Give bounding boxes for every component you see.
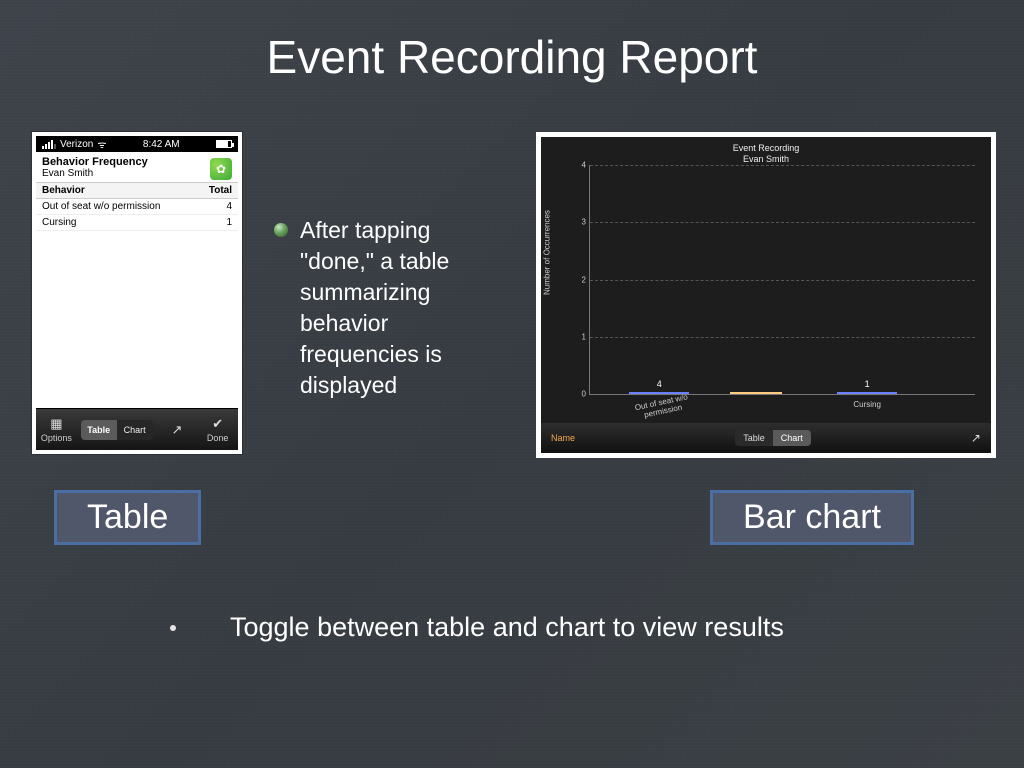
seg-table[interactable]: Table bbox=[81, 420, 117, 440]
highlight-barchart: Bar chart bbox=[710, 490, 914, 545]
col-behavior: Behavior bbox=[42, 185, 85, 196]
seg-chart[interactable]: Chart bbox=[117, 420, 153, 440]
chart-bottom-bar: Name Table Chart ↗ bbox=[541, 423, 991, 453]
header-subtitle: Evan Smith bbox=[42, 168, 148, 179]
share-icon[interactable]: ↗ bbox=[971, 431, 981, 445]
tab-options[interactable]: ▦ Options bbox=[36, 416, 77, 443]
table-row: Out of seat w/o permission 4 bbox=[36, 199, 238, 215]
signal-icon bbox=[42, 140, 56, 149]
seg-chart[interactable]: Chart bbox=[773, 430, 811, 446]
segmented-table-chart[interactable]: Table Chart bbox=[735, 430, 811, 446]
wifi-icon: ᯤ bbox=[97, 137, 106, 151]
row-label: Out of seat w/o permission bbox=[42, 201, 160, 212]
bottom-left-label: Name bbox=[551, 433, 575, 443]
table-row: Cursing 1 bbox=[36, 215, 238, 231]
tab-done[interactable]: ✔ Done bbox=[197, 416, 238, 443]
tab-done-label: Done bbox=[207, 433, 229, 443]
tab-share[interactable]: ↗ bbox=[157, 422, 198, 438]
grid-icon: ▦ bbox=[50, 416, 62, 432]
ytick: 4 bbox=[560, 161, 586, 170]
app-header: Behavior Frequency Evan Smith ✿ bbox=[36, 152, 238, 182]
chart-title: Event Recording bbox=[541, 143, 991, 154]
slide-title: Event Recording Report bbox=[0, 30, 1024, 84]
bar-secondary bbox=[730, 392, 782, 394]
x-category-label: Cursing bbox=[829, 394, 906, 409]
segmented-table-chart[interactable]: Table Chart bbox=[81, 420, 153, 440]
battery-icon bbox=[216, 140, 232, 148]
ytick: 1 bbox=[560, 332, 586, 341]
carrier-label: Verizon bbox=[60, 139, 93, 150]
x-category-label: Out of seat w/o permission bbox=[621, 384, 701, 423]
tab-bar: ▦ Options Table Chart ↗ ✔ Done bbox=[36, 408, 238, 450]
plot-area: 4 3 2 1 0 4 Out of seat w/o permission bbox=[589, 165, 975, 395]
share-icon: ↗ bbox=[172, 422, 183, 438]
bar-value-label: 1 bbox=[838, 379, 896, 389]
check-icon: ✔ bbox=[212, 416, 223, 432]
ios-status-bar: Verizon ᯤ 8:42 AM bbox=[36, 136, 238, 152]
ytick: 0 bbox=[560, 390, 586, 399]
tab-options-label: Options bbox=[41, 433, 72, 443]
table-header: Behavior Total bbox=[36, 182, 238, 199]
col-total: Total bbox=[209, 185, 232, 196]
phone-screenshot: Verizon ᯤ 8:42 AM Behavior Frequency Eva… bbox=[32, 132, 242, 454]
chart-subtitle: Evan Smith bbox=[541, 154, 991, 165]
seg-table[interactable]: Table bbox=[735, 430, 773, 446]
center-note: After tapping "done," a table summarizin… bbox=[300, 215, 500, 401]
row-label: Cursing bbox=[42, 217, 76, 228]
header-title: Behavior Frequency bbox=[42, 156, 148, 168]
chart-screenshot: Event Recording Evan Smith Number of Occ… bbox=[536, 132, 996, 458]
bullet-icon bbox=[170, 625, 176, 631]
highlight-table: Table bbox=[54, 490, 201, 545]
bottom-note: Toggle between table and chart to view r… bbox=[230, 610, 880, 645]
clock-label: 8:42 AM bbox=[143, 139, 180, 150]
row-value: 1 bbox=[226, 217, 232, 228]
ytick: 3 bbox=[560, 218, 586, 227]
row-value: 4 bbox=[226, 201, 232, 212]
ytick: 2 bbox=[560, 275, 586, 284]
app-icon: ✿ bbox=[210, 158, 232, 180]
y-axis-label: Number of Occurrences bbox=[543, 210, 552, 295]
